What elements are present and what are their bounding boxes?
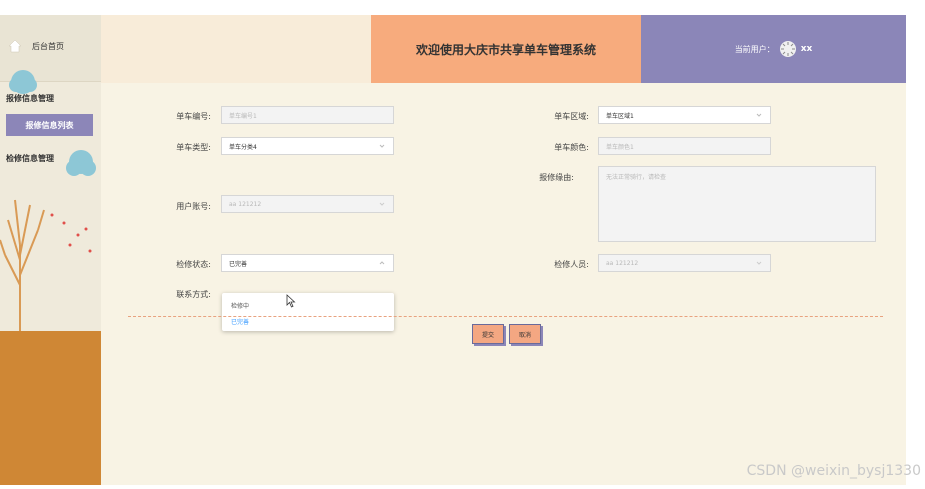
user-account-label: 用户账号:: [176, 202, 211, 211]
current-user: 当前用户： xx: [641, 15, 906, 83]
contact-label: 联系方式:: [176, 290, 211, 299]
bike-color-placeholder: 单车颜色1: [606, 143, 634, 151]
chevron-down-icon: [379, 144, 385, 148]
bike-area-label: 单车区域:: [554, 112, 589, 121]
avatar: [779, 41, 796, 57]
sidebar-menu-repair-info[interactable]: 报修信息管理: [6, 93, 54, 104]
bike-type-label: 单车类型:: [176, 143, 211, 152]
repair-person-label: 检修人员:: [554, 260, 589, 269]
repair-status-label: 检修状态:: [176, 260, 211, 269]
repair-status-value: 已完善: [229, 260, 248, 268]
bike-no-placeholder: 单车编号1: [229, 112, 257, 120]
mouse-cursor-icon: [286, 294, 296, 308]
repair-person-select[interactable]: aa 121212: [598, 254, 771, 272]
bike-area-select[interactable]: 单车区域1: [598, 106, 771, 124]
bike-color-label: 单车颜色:: [554, 143, 589, 152]
status-dropdown-menu: 检修中 已完善: [222, 293, 394, 331]
bike-type-select[interactable]: 单车分类4: [221, 137, 394, 155]
bike-no-label: 单车编号:: [176, 112, 211, 121]
dropdown-option-selected[interactable]: 已完善: [231, 317, 249, 326]
repair-status-select[interactable]: 已完善: [221, 254, 394, 272]
submit-button[interactable]: 提交: [472, 324, 504, 344]
header-left: [101, 15, 371, 83]
user-account-value: aa 121212: [229, 200, 262, 208]
chevron-down-icon: [756, 261, 762, 265]
app-window: 后台首页 报修信息管理 报修信息列表 检修信息管理 欢迎使用大庆市共享单车管理系…: [0, 15, 906, 485]
chevron-down-icon: [379, 202, 385, 206]
cloud-decoration-icon: [66, 150, 96, 176]
chevron-up-icon: [379, 261, 385, 265]
tree-branches-icon: [0, 199, 92, 335]
repair-person-value: aa 121212: [606, 259, 639, 267]
chevron-down-icon: [756, 113, 762, 117]
bike-type-value: 单车分类4: [229, 143, 257, 151]
form-divider: [128, 316, 883, 317]
watermark: CSDN @weixin_bysj1330: [746, 463, 921, 479]
sidebar-menu-maintenance-info[interactable]: 检修信息管理: [6, 153, 54, 164]
bike-color-field[interactable]: 单车颜色1: [598, 137, 771, 155]
home-icon: [8, 39, 22, 53]
repair-reason-label: 报修缘由:: [539, 173, 574, 182]
current-user-label: 当前用户：: [734, 44, 775, 54]
sidebar-ground: [0, 331, 101, 485]
sidebar: 后台首页 报修信息管理 报修信息列表 检修信息管理: [0, 15, 101, 485]
bike-area-value: 单车区域1: [606, 112, 634, 120]
current-user-name: xx: [800, 44, 813, 54]
repair-reason-textarea[interactable]: 无法正常骑行，请检查: [598, 166, 876, 242]
sidebar-item-repair-list[interactable]: 报修信息列表: [6, 114, 93, 136]
repair-reason-placeholder: 无法正常骑行，请检查: [606, 174, 667, 181]
dropdown-option[interactable]: 检修中: [231, 301, 249, 310]
bike-no-field[interactable]: 单车编号1: [221, 106, 394, 124]
cancel-button[interactable]: 取消: [509, 324, 541, 344]
page-title: 欢迎使用大庆市共享单车管理系统: [371, 15, 641, 83]
user-account-select[interactable]: aa 121212: [221, 195, 394, 213]
sidebar-item-home-label: 后台首页: [32, 42, 64, 51]
